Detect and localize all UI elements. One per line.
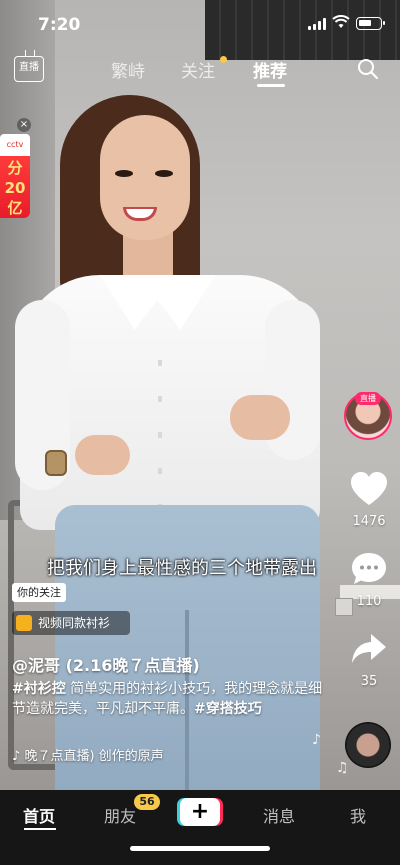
- tab-me[interactable]: 我: [350, 803, 366, 827]
- share-count: 35: [360, 674, 378, 689]
- live-tv-label: 直播: [19, 62, 39, 73]
- active-tab-indicator: [257, 84, 285, 87]
- person-hand: [230, 395, 290, 440]
- promo-logo: cctv: [0, 134, 30, 156]
- product-label: 视频同款衬衫: [38, 616, 111, 630]
- music-title: 晚７点直播) 创作的原声: [24, 749, 164, 764]
- wristwatch: [45, 450, 67, 476]
- promo-banner: 分 20 亿: [0, 156, 30, 218]
- battery-icon: [356, 17, 385, 30]
- create-post-button[interactable]: +: [180, 798, 220, 826]
- hashtag[interactable]: #穿搭技巧: [194, 701, 262, 717]
- tab-recommended[interactable]: 推荐: [253, 57, 287, 82]
- close-icon[interactable]: ×: [17, 118, 31, 132]
- tab-home[interactable]: 首页: [23, 803, 55, 827]
- person-eye: [115, 170, 133, 177]
- product-link[interactable]: 视频同款衬衫: [12, 611, 130, 635]
- promo-text: 分: [7, 159, 23, 177]
- live-tv-button[interactable]: 直播: [14, 56, 44, 82]
- music-note-icon: ♫: [336, 760, 349, 776]
- status-time: 7:20: [38, 15, 81, 35]
- video-subtitle: 把我们身上最性感的三个地带露出: [47, 558, 317, 579]
- tiktok-note-icon: ♪: [12, 749, 25, 764]
- comment-count: 110: [356, 594, 382, 609]
- person-hand: [75, 435, 130, 475]
- top-nav: 直播 繁峙 关注 推荐: [0, 50, 400, 90]
- tab-friends[interactable]: 朋友: [104, 803, 136, 827]
- promo-text: 亿: [7, 199, 23, 217]
- status-bar: 7:20: [0, 0, 400, 48]
- promo-widget[interactable]: × cctv 分 20 亿: [0, 118, 33, 218]
- person-eye: [155, 170, 173, 177]
- author-name[interactable]: @泥哥 (2.16晚７点直播): [12, 652, 200, 676]
- person-face: [100, 115, 190, 240]
- tab-messages[interactable]: 消息: [263, 803, 295, 827]
- share-button[interactable]: 35: [345, 630, 393, 689]
- music-info[interactable]: ♪ 晚７点直播) 创作的原声: [12, 745, 164, 764]
- cellular-signal-icon: [308, 18, 326, 30]
- like-count: 1476: [352, 514, 386, 529]
- shopping-cart-icon: [16, 615, 32, 631]
- music-note-icon: ♪: [312, 732, 321, 748]
- share-arrow-icon: [352, 634, 386, 663]
- home-indicator: [130, 846, 270, 851]
- live-badge: 直播: [355, 392, 381, 405]
- video-caption: #衬衫控 简单实用的衬衫小技巧，我的理念就是细节造就完美，平凡却不平庸。#穿搭技…: [12, 679, 332, 719]
- home-active-indicator: [24, 828, 56, 830]
- tab-following[interactable]: 关注: [181, 57, 215, 82]
- like-button[interactable]: 1476: [345, 470, 393, 529]
- following-tag: 你的关注: [12, 583, 66, 602]
- search-icon[interactable]: [357, 58, 379, 80]
- music-disc[interactable]: [345, 722, 391, 768]
- new-content-dot: [220, 56, 227, 63]
- friends-badge: 56: [134, 794, 160, 810]
- tab-local[interactable]: 繁峙: [111, 57, 145, 82]
- heart-icon: [351, 472, 387, 505]
- promo-text: 20: [4, 179, 26, 197]
- shirt-buttons: [158, 330, 162, 510]
- wifi-icon: [332, 15, 350, 28]
- hashtag[interactable]: #衬衫控: [12, 681, 66, 697]
- bottom-tab-bar: 首页 朋友 56 + 消息 我: [0, 790, 400, 865]
